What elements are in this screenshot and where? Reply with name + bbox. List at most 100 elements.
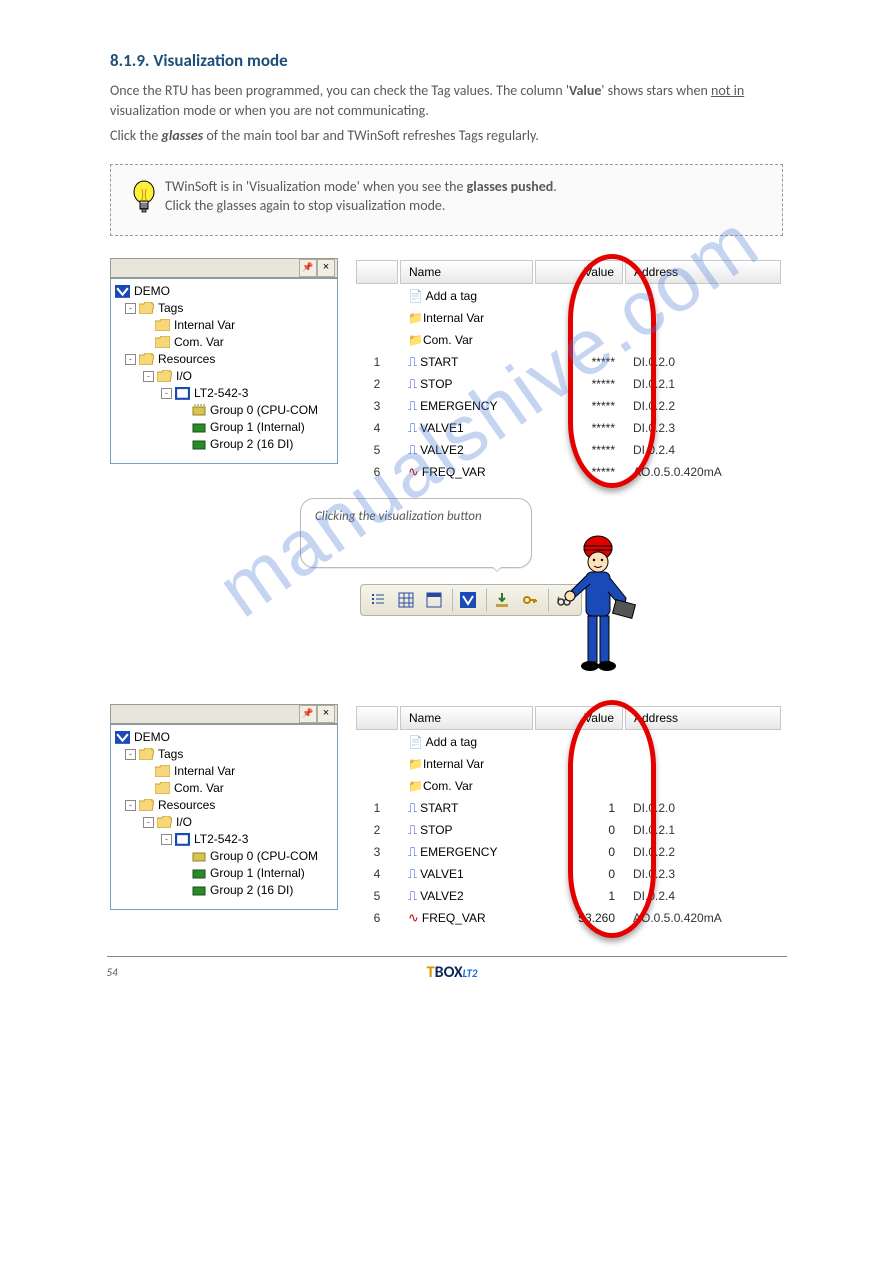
cell-value: ***** xyxy=(535,396,623,416)
table-row[interactable]: 6∿FREQ_VAR*****AO.0.5.0.420mA xyxy=(356,462,781,482)
col-header-value[interactable]: Value xyxy=(535,260,623,284)
cell-addr: DI.0.2.2 xyxy=(625,842,781,862)
toolbar-app-icon[interactable] xyxy=(452,588,480,612)
tree-node[interactable]: - Tags xyxy=(115,300,333,317)
expander-icon[interactable]: - xyxy=(125,354,136,365)
expander-icon[interactable]: - xyxy=(161,834,172,845)
tree-root[interactable]: DEMO xyxy=(115,729,333,746)
col-header-value[interactable]: Value xyxy=(535,706,623,730)
table-row[interactable]: 4⎍VALVE10DI.0.2.3 xyxy=(356,864,781,884)
tree-node[interactable]: Group 1 (Internal) xyxy=(115,865,333,882)
table-row[interactable]: 3⎍EMERGENCY*****DI.0.2.2 xyxy=(356,396,781,416)
close-icon[interactable]: × xyxy=(317,705,335,723)
expander-icon[interactable]: - xyxy=(125,303,136,314)
logo-box: BOX xyxy=(435,963,463,982)
tree-node[interactable]: - I/O xyxy=(115,814,333,831)
expander-icon[interactable]: - xyxy=(161,388,172,399)
tree-node[interactable]: Internal Var xyxy=(115,317,333,334)
panel-titlebar: 📌 × xyxy=(110,258,338,278)
expander-icon[interactable]: - xyxy=(143,371,154,382)
cell-addr: DI.0.2.4 xyxy=(625,440,781,460)
footer-page-number: 54 xyxy=(107,966,118,979)
tip-callout: TWinSoft is in 'Visualization mode' when… xyxy=(110,164,783,236)
table-row[interactable]: 1⎍START*****DI.0.2.0 xyxy=(356,352,781,372)
tree-node[interactable]: - I/O xyxy=(115,368,333,385)
tree-node[interactable]: - Tags xyxy=(115,746,333,763)
tree-node[interactable]: - Resources xyxy=(115,351,333,368)
table-row[interactable]: 📁Com. Var xyxy=(356,776,781,796)
table-row[interactable]: 📁Internal Var xyxy=(356,754,781,774)
tree-panel[interactable]: DEMO - Tags Internal Var Com. Var - xyxy=(110,278,338,464)
table-row[interactable]: 📁Com. Var xyxy=(356,330,781,350)
table-row[interactable]: 6∿FREQ_VAR53.260AO.0.5.0.420mA xyxy=(356,908,781,928)
cell-addr: DI.0.2.1 xyxy=(625,374,781,394)
col-header-name[interactable]: Name xyxy=(400,260,533,284)
tree-label: Internal Var xyxy=(174,764,235,778)
pin-icon[interactable]: 📌 xyxy=(299,259,317,277)
cell-value: 53.260 xyxy=(535,908,623,928)
pin-icon[interactable]: 📌 xyxy=(299,705,317,723)
tree-panel[interactable]: DEMO - Tags Internal Var Com. Var - xyxy=(110,724,338,910)
col-header-address[interactable]: Address xyxy=(625,706,781,730)
tree-label: I/O xyxy=(176,369,192,383)
folder-open-icon xyxy=(139,302,154,315)
cell-value: ***** xyxy=(535,440,623,460)
toolbar-window-icon[interactable] xyxy=(422,588,446,612)
table-row[interactable]: 📁Internal Var xyxy=(356,308,781,328)
tag-table-bottom: Name Value Address 📄 Add a tag 📁Internal… xyxy=(354,704,783,930)
cell-addr: DI.0.2.2 xyxy=(625,396,781,416)
panel-titlebar: 📌 × xyxy=(110,704,338,724)
cell-label: Add a tag xyxy=(426,289,477,303)
tree-node[interactable]: - LT2-542-3 xyxy=(115,831,333,848)
tree-node[interactable]: Com. Var xyxy=(115,334,333,351)
table-row[interactable]: 5⎍VALVE21DI.0.2.4 xyxy=(356,886,781,906)
tree-node[interactable]: Internal Var xyxy=(115,763,333,780)
speech-text: Clicking the visualization button xyxy=(301,499,531,534)
cell-addr: AO.0.5.0.420mA xyxy=(625,908,781,928)
digital-tag-icon: ⎍ xyxy=(408,866,417,881)
analog-tag-icon: ∿ xyxy=(408,464,419,479)
text: Once the RTU has been programmed, you ca… xyxy=(110,82,566,99)
col-header-index[interactable] xyxy=(356,260,398,284)
tree-node[interactable]: Group 1 (Internal) xyxy=(115,419,333,436)
expander-icon[interactable]: - xyxy=(125,800,136,811)
table-row[interactable]: 4⎍VALVE1*****DI.0.2.3 xyxy=(356,418,781,438)
col-header-index[interactable] xyxy=(356,706,398,730)
toolbar-download-icon[interactable] xyxy=(486,588,514,612)
digital-tag-icon: ⎍ xyxy=(408,354,417,369)
expander-icon[interactable]: - xyxy=(143,817,154,828)
text: visualization mode or when you are not c… xyxy=(110,102,429,119)
group-green-icon xyxy=(191,884,206,897)
expander-icon[interactable]: - xyxy=(125,749,136,760)
tree-node[interactable]: Com. Var xyxy=(115,780,333,797)
table-row[interactable]: 1⎍START1DI.0.2.0 xyxy=(356,798,781,818)
tip-text: TWinSoft is in 'Visualization mode' when… xyxy=(165,177,557,216)
page-footer: 54 TBOXLT2 xyxy=(107,956,787,1006)
table-row[interactable]: 5⎍VALVE2*****DI.0.2.4 xyxy=(356,440,781,460)
toolbar-grid-icon[interactable] xyxy=(394,588,418,612)
cell-addr: DI.0.2.3 xyxy=(625,418,781,438)
cell-addr: AO.0.5.0.420mA xyxy=(625,462,781,482)
tree-node[interactable]: Group 2 (16 DI) xyxy=(115,882,333,899)
toolbar-key-icon[interactable] xyxy=(518,588,542,612)
tree-node[interactable]: - Resources xyxy=(115,797,333,814)
tree-label: Com. Var xyxy=(174,781,224,795)
close-icon[interactable]: × xyxy=(317,259,335,277)
tree-label: Tags xyxy=(158,301,183,315)
col-header-address[interactable]: Address xyxy=(625,260,781,284)
tree-node[interactable]: Group 0 (CPU-COM xyxy=(115,402,333,419)
tree-node[interactable]: Group 2 (16 DI) xyxy=(115,436,333,453)
tree-root[interactable]: DEMO xyxy=(115,283,333,300)
tree-node[interactable]: - LT2-542-3 xyxy=(115,385,333,402)
tree-label: LT2-542-3 xyxy=(194,832,248,846)
tree-label: Tags xyxy=(158,747,183,761)
table-row[interactable]: 3⎍EMERGENCY0DI.0.2.2 xyxy=(356,842,781,862)
table-row[interactable]: 2⎍STOP*****DI.0.2.1 xyxy=(356,374,781,394)
table-row[interactable]: 📄 Add a tag xyxy=(356,732,781,752)
tree-node[interactable]: Group 0 (CPU-COM xyxy=(115,848,333,865)
toolbar-list-icon[interactable] xyxy=(366,588,390,612)
table-row[interactable]: 📄 Add a tag xyxy=(356,286,781,306)
table-row[interactable]: 2⎍STOP0DI.0.2.1 xyxy=(356,820,781,840)
col-header-name[interactable]: Name xyxy=(400,706,533,730)
cell-value: ***** xyxy=(535,418,623,438)
